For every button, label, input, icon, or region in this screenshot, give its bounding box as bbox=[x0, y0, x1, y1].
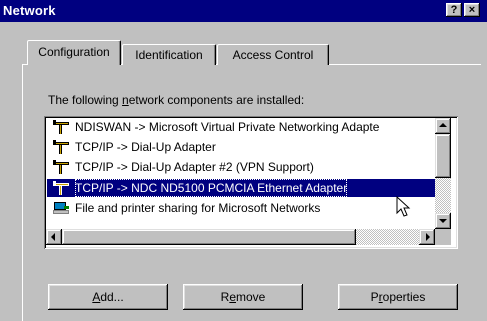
window-title: Network bbox=[3, 3, 56, 18]
list-item-label: TCP/IP -> NDC ND5100 PCMCIA Ethernet Ada… bbox=[75, 179, 348, 197]
mouse-pointer-icon bbox=[396, 196, 411, 217]
components-label: The following network components are ins… bbox=[48, 93, 304, 107]
list-item-label: File and printer sharing for Microsoft N… bbox=[75, 201, 321, 215]
network-protocol-icon bbox=[53, 140, 69, 154]
properties-button-prefix: P bbox=[370, 290, 379, 304]
components-label-prefix: The following bbox=[48, 93, 123, 107]
list-item-selected[interactable]: TCP/IP -> NDC ND5100 PCMCIA Ethernet Ada… bbox=[47, 179, 435, 197]
add-button[interactable]: Add... bbox=[48, 284, 168, 310]
components-label-suffix: etwork components are installed: bbox=[128, 93, 305, 107]
right-arrow-icon bbox=[426, 233, 430, 241]
add-button-label: dd... bbox=[100, 290, 124, 304]
file-sharing-service-icon bbox=[53, 202, 69, 214]
network-dialog: Network ? × Configuration Identification… bbox=[0, 0, 487, 321]
close-button[interactable]: × bbox=[464, 3, 480, 17]
network-protocol-icon bbox=[53, 181, 69, 195]
network-protocol-icon bbox=[53, 120, 69, 134]
scroll-right-button[interactable] bbox=[419, 229, 435, 245]
list-item-label: NDISWAN -> Microsoft Virtual Private Net… bbox=[75, 120, 380, 134]
list-item-label: TCP/IP -> Dial-Up Adapter bbox=[75, 140, 216, 154]
down-arrow-icon bbox=[439, 219, 447, 223]
tab-access-control[interactable]: Access Control bbox=[217, 44, 329, 65]
components-listbox[interactable]: NDISWAN -> Microsoft Virtual Private Net… bbox=[44, 116, 458, 249]
list-item[interactable]: TCP/IP -> Dial-Up Adapter #2 (VPN Suppor… bbox=[47, 158, 435, 176]
remove-button-label: move bbox=[236, 290, 266, 304]
scroll-down-button[interactable] bbox=[435, 213, 451, 229]
horizontal-scrollbar[interactable] bbox=[46, 229, 435, 245]
list-item[interactable]: TCP/IP -> Dial-Up Adapter bbox=[47, 138, 435, 156]
scroll-up-button[interactable] bbox=[435, 118, 451, 134]
list-item[interactable]: File and printer sharing for Microsoft N… bbox=[47, 199, 435, 217]
tab-identification[interactable]: Identification bbox=[122, 44, 216, 65]
remove-button-prefix: R bbox=[220, 290, 230, 304]
scrollbar-corner bbox=[435, 229, 451, 245]
tab-configuration[interactable]: Configuration bbox=[27, 40, 121, 65]
list-item[interactable]: NDISWAN -> Microsoft Virtual Private Net… bbox=[47, 118, 435, 136]
remove-button-mnemonic: e bbox=[229, 290, 236, 304]
remove-button[interactable]: Remove bbox=[183, 284, 303, 310]
list-item-label: TCP/IP -> Dial-Up Adapter #2 (VPN Suppor… bbox=[75, 160, 314, 174]
scroll-left-button[interactable] bbox=[46, 229, 62, 245]
vertical-scrollbar[interactable] bbox=[435, 118, 451, 229]
vertical-scroll-thumb[interactable] bbox=[435, 134, 451, 178]
horizontal-scroll-thumb[interactable] bbox=[62, 229, 356, 245]
title-bar[interactable]: Network ? × bbox=[0, 0, 487, 22]
components-label-mnemonic: n bbox=[122, 93, 129, 107]
network-protocol-icon bbox=[53, 160, 69, 174]
help-button[interactable]: ? bbox=[446, 3, 462, 17]
properties-button[interactable]: Properties bbox=[338, 284, 458, 310]
left-arrow-icon bbox=[51, 233, 55, 241]
up-arrow-icon bbox=[439, 123, 447, 127]
properties-button-label: operties bbox=[382, 290, 426, 304]
